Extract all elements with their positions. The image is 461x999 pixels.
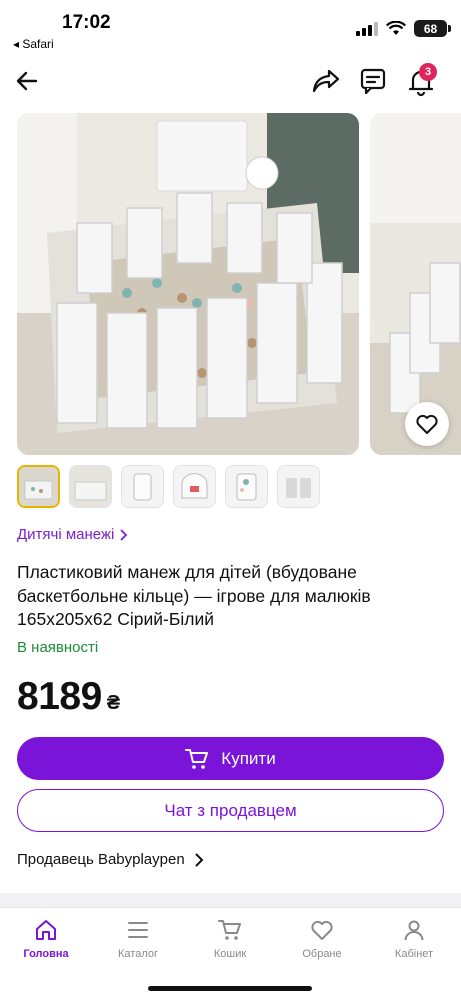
tab-favorites-label: Обране (302, 948, 342, 960)
cart-icon (185, 748, 209, 769)
add-to-favorites-button[interactable] (405, 402, 449, 446)
product-title: Пластиковий манеж для дітей (вбудоване б… (17, 562, 371, 629)
tab-account[interactable]: Кабінет (374, 918, 454, 960)
price-currency: ₴ (106, 692, 121, 714)
chevron-right-icon (120, 529, 128, 540)
chat-button-label: Чат з продавцем (164, 800, 297, 820)
section-divider (0, 893, 461, 907)
playpen-illustration (17, 113, 359, 455)
price-value: 8189 (17, 675, 102, 718)
status-icons: 68 (356, 20, 451, 37)
seller-link[interactable]: Продавець Babyplaypen (17, 851, 204, 868)
thumbnail-3[interactable] (121, 465, 164, 508)
heart-icon (311, 920, 333, 940)
back-arrow-icon[interactable] (14, 68, 40, 94)
thumbnail-1[interactable] (17, 465, 60, 508)
battery-indicator: 68 (414, 20, 451, 37)
heart-icon (416, 414, 438, 434)
notification-badge: 3 (419, 63, 437, 81)
thumbnail-strip (17, 465, 320, 508)
product-photo-main[interactable] (17, 113, 359, 455)
buy-button[interactable]: Купити (17, 737, 444, 780)
status-bar: 17:02 ◂ Safari 68 (0, 0, 461, 56)
product-price: 8189 ₴ (17, 675, 120, 719)
chevron-right-icon (195, 853, 204, 866)
home-indicator (148, 986, 312, 991)
seller-label: Продавець Babyplaypen (17, 851, 185, 868)
tab-cart[interactable]: Кошик (190, 918, 270, 960)
home-icon (36, 920, 56, 940)
tab-catalog[interactable]: Каталог (98, 918, 178, 960)
share-icon[interactable] (312, 68, 340, 94)
tab-home-label: Головна (23, 948, 69, 960)
tab-home[interactable]: Головна (6, 918, 86, 960)
chat-icon[interactable] (360, 67, 386, 95)
product-gallery[interactable] (0, 113, 461, 456)
stock-status: В наявності (17, 639, 99, 656)
category-label: Дитячі манежі (17, 526, 115, 543)
status-time: 17:02 (62, 12, 111, 33)
thumbnail-2[interactable] (69, 465, 112, 508)
back-to-safari-link[interactable]: ◂ Safari (13, 37, 54, 51)
tab-catalog-label: Каталог (118, 948, 158, 960)
signal-icon (356, 21, 378, 36)
wifi-icon (386, 21, 406, 35)
tab-account-label: Кабінет (394, 948, 434, 960)
cart-icon (218, 920, 241, 940)
tab-cart-label: Кошик (213, 948, 247, 960)
thumbnail-4[interactable] (173, 465, 216, 508)
chat-with-seller-button[interactable]: Чат з продавцем (17, 789, 444, 832)
buy-button-label: Купити (221, 748, 276, 768)
top-nav (0, 60, 461, 104)
thumbnail-5[interactable] (225, 465, 268, 508)
thumbnail-6[interactable] (277, 465, 320, 508)
menu-icon (128, 922, 148, 938)
category-link[interactable]: Дитячі манежі (17, 526, 128, 543)
user-icon (404, 920, 424, 941)
tab-favorites[interactable]: Обране (282, 918, 362, 960)
